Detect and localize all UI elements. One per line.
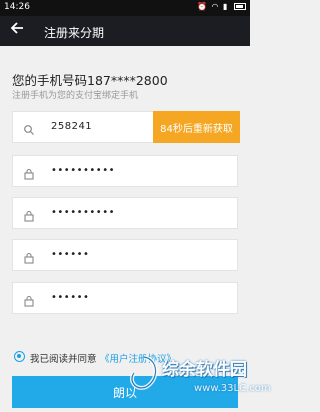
agree-radio-icon[interactable] (14, 351, 25, 362)
pin-input[interactable]: •••••• (51, 249, 89, 260)
phone-number-label: 您的手机号码187****2800 (12, 73, 168, 88)
phone-subtitle: 注册手机为您的支付宝绑定手机 (12, 91, 139, 101)
password-row[interactable]: •••••••••• (12, 155, 238, 187)
lock-icon (23, 165, 35, 180)
signal-icon: ▮ (223, 2, 229, 11)
agreement-link[interactable]: 《用户注册协议》 (100, 351, 176, 365)
page-title: 注册来分期 (44, 26, 105, 40)
confirm-pin-row[interactable]: •••••• (12, 282, 238, 314)
app-bar: 注册来分期 (0, 16, 250, 46)
wifi-icon: ◠ (211, 2, 220, 11)
confirm-password-input[interactable]: •••••••••• (51, 207, 115, 218)
lock-icon (23, 292, 35, 307)
password-input[interactable]: •••••••••• (51, 165, 115, 176)
next-button[interactable]: 朗以 (12, 376, 238, 408)
lock-icon (23, 249, 35, 264)
lock-icon (23, 207, 35, 222)
status-time: 14:26 (4, 2, 30, 12)
search-icon (23, 121, 35, 135)
status-bar: 14:26 ⏰ ◠ ▮ (0, 0, 250, 16)
status-icons: ⏰ ◠ ▮ (197, 2, 246, 11)
confirm-password-row[interactable]: •••••••••• (12, 197, 238, 229)
arrow-back-icon[interactable] (10, 21, 26, 39)
agree-text: 我已阅读并同意 (30, 354, 97, 365)
verification-code-row[interactable]: 258241 84秒后重新获取 (12, 111, 240, 143)
verification-code-input[interactable]: 258241 (51, 121, 92, 132)
alarm-icon: ⏰ (197, 2, 208, 11)
resend-code-button[interactable]: 84秒后重新获取 (153, 111, 240, 143)
confirm-pin-input[interactable]: •••••• (51, 292, 89, 303)
pin-row[interactable]: •••••• (12, 239, 238, 271)
battery-icon (234, 3, 246, 10)
